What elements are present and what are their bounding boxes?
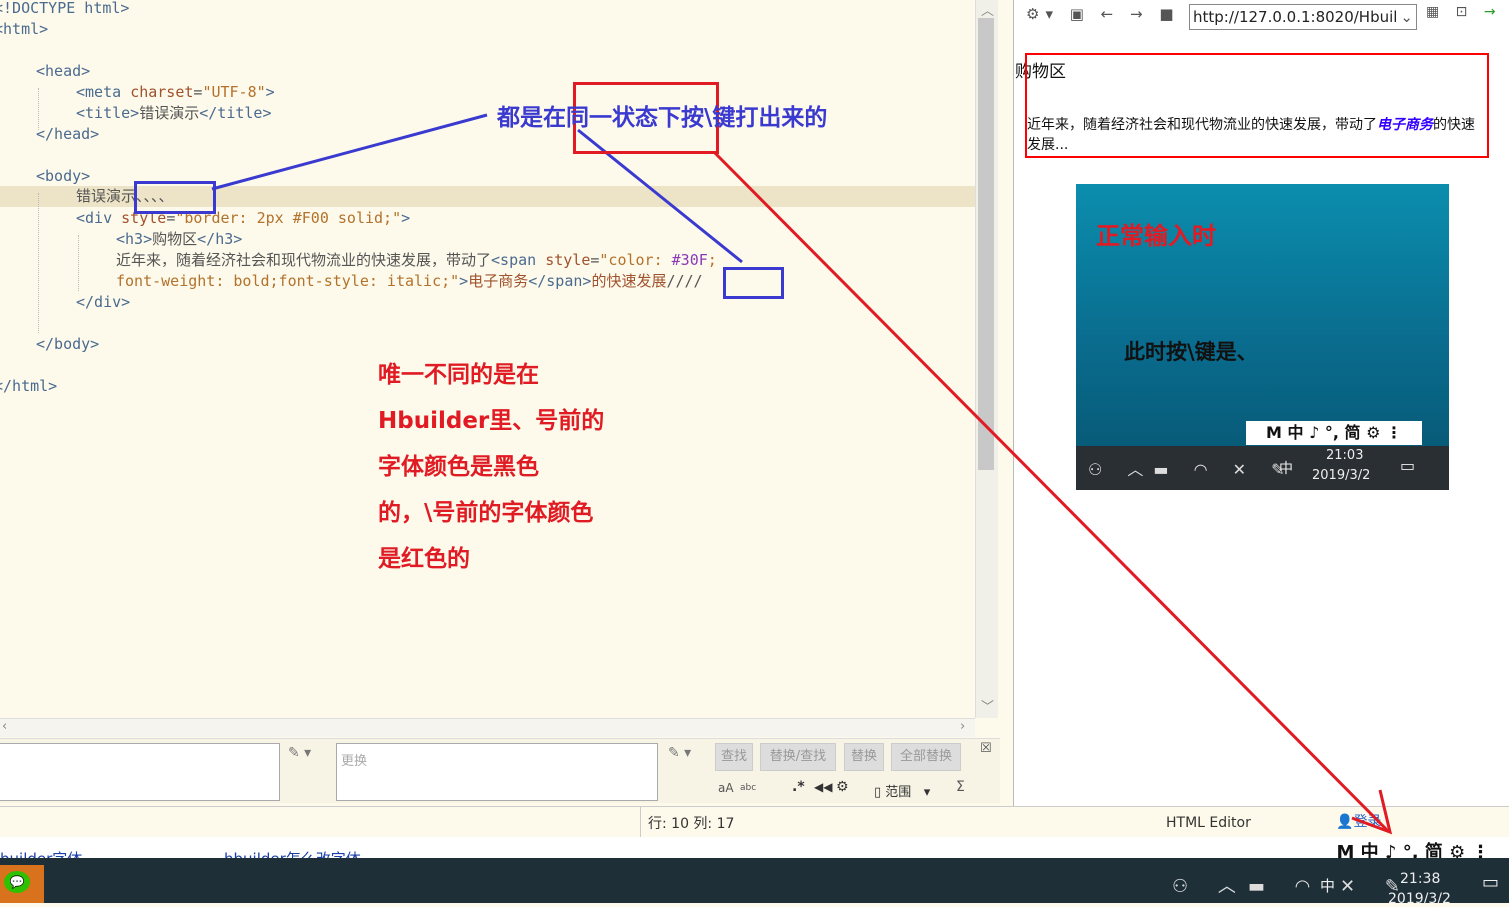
note-line-1: 唯一不同的是在 bbox=[378, 362, 539, 388]
note-line-3: 字体颜色是黑色 bbox=[378, 454, 539, 480]
annotation-lines bbox=[211, 113, 1393, 835]
top-annotation: 都是在同一状态下按\键打出来的 bbox=[497, 105, 828, 131]
note-line-2: Hbuilder里、号前的 bbox=[378, 408, 605, 434]
blue-pointer-line-1 bbox=[211, 113, 488, 191]
blue-highlight-box-1 bbox=[134, 181, 216, 214]
blue-highlight-box-2 bbox=[723, 267, 784, 299]
note-line-4: 的，\号前的字体颜色 bbox=[378, 500, 594, 526]
red-annotation-block: 唯一不同的是在 Hbuilder里、号前的 字体颜色是黑色 的，\号前的字体颜色… bbox=[378, 352, 604, 582]
red-pointer-line bbox=[712, 150, 1389, 832]
note-line-5: 是红色的 bbox=[378, 546, 470, 572]
